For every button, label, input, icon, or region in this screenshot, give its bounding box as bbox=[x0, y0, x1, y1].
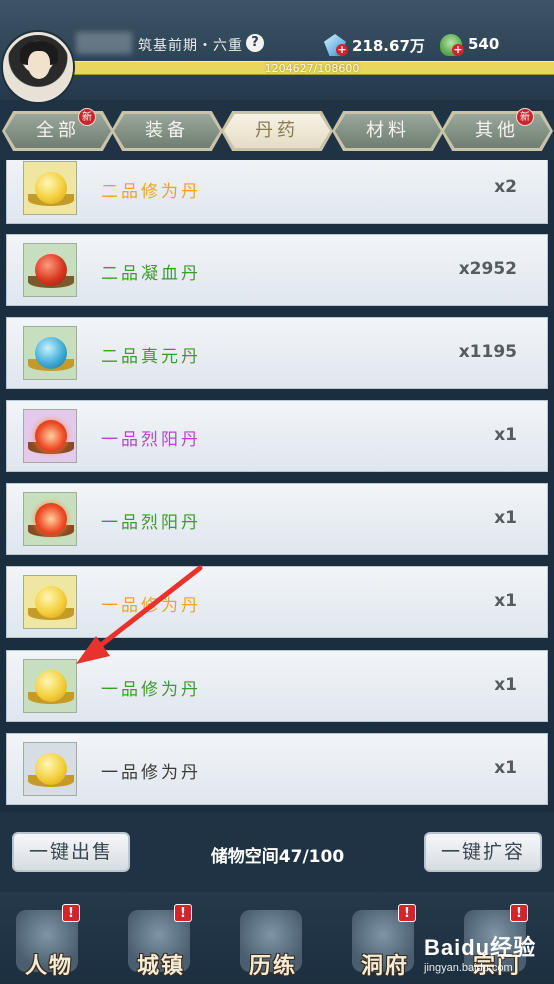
item-quantity: x1 bbox=[494, 675, 517, 695]
item-thumbnail bbox=[23, 492, 77, 546]
list-item[interactable]: 一品修为丹 x1 bbox=[6, 733, 548, 805]
nav-character[interactable]: ! 人物 bbox=[6, 902, 92, 982]
watermark-url: jingyan.baidu.com bbox=[424, 962, 513, 974]
new-badge: 新 bbox=[516, 108, 534, 126]
nav-cave[interactable]: ! 洞府 bbox=[342, 902, 428, 982]
nav-label: 城镇 bbox=[136, 954, 185, 979]
list-item[interactable]: 一品修为丹 x1 bbox=[6, 566, 548, 638]
nav-label: 人物 bbox=[24, 954, 73, 979]
experience-bar: 1204627/108600 bbox=[70, 61, 554, 75]
item-thumbnail bbox=[23, 243, 77, 297]
gold-pill-icon bbox=[35, 586, 67, 618]
add-spirit-stone-icon[interactable]: + bbox=[336, 44, 348, 56]
tab-equipment[interactable]: 装备 bbox=[114, 114, 220, 148]
alert-badge: ! bbox=[174, 904, 192, 922]
item-name: 一品修为丹 bbox=[101, 596, 201, 616]
alert-badge: ! bbox=[510, 904, 528, 922]
red-pill-icon bbox=[35, 254, 67, 286]
list-item[interactable]: 一品烈阳丹 x1 bbox=[6, 483, 548, 555]
gold-pill-icon bbox=[35, 753, 67, 785]
item-quantity: x1195 bbox=[458, 342, 517, 362]
item-thumbnail bbox=[23, 326, 77, 380]
jade-currency[interactable]: + 540 bbox=[440, 34, 540, 56]
tab-pills[interactable]: 丹药 bbox=[224, 114, 330, 148]
item-thumbnail bbox=[23, 659, 77, 713]
help-icon[interactable]: ? bbox=[246, 34, 264, 52]
item-thumbnail bbox=[23, 409, 77, 463]
spirit-stone-value: 218.67万 bbox=[352, 37, 425, 55]
watermark-brand: Baidu经验 bbox=[424, 935, 537, 960]
gold-pill-icon bbox=[35, 172, 67, 204]
list-item[interactable]: 一品修为丹 x1 bbox=[6, 650, 548, 722]
item-name: 二品修为丹 bbox=[101, 182, 201, 202]
item-name: 一品修为丹 bbox=[101, 763, 201, 783]
alert-badge: ! bbox=[398, 904, 416, 922]
item-quantity: x1 bbox=[494, 508, 517, 528]
list-item[interactable]: 二品修为丹 x2 bbox=[6, 160, 548, 224]
item-quantity: x1 bbox=[494, 591, 517, 611]
item-thumbnail bbox=[23, 575, 77, 629]
item-thumbnail bbox=[23, 161, 77, 215]
cultivation-realm: 筑基前期・六重 bbox=[138, 38, 243, 54]
nav-label: 洞府 bbox=[360, 954, 409, 979]
nav-label: 历练 bbox=[248, 954, 297, 979]
flame-pill-icon bbox=[35, 420, 67, 452]
player-avatar[interactable] bbox=[3, 32, 73, 102]
top-header: 筑基前期・六重 ? + 218.67万 + 540 1204627/108600 bbox=[0, 0, 554, 102]
item-thumbnail bbox=[23, 742, 77, 796]
tab-materials[interactable]: 材料 bbox=[335, 114, 441, 148]
player-name-blurred bbox=[76, 32, 132, 54]
nav-trials[interactable]: 历练 bbox=[230, 902, 316, 982]
experience-text: 1204627/108600 bbox=[264, 62, 360, 75]
list-item[interactable]: 二品凝血丹 x2952 bbox=[6, 234, 548, 306]
item-name: 二品凝血丹 bbox=[101, 264, 201, 284]
item-name: 一品烈阳丹 bbox=[101, 513, 201, 533]
sell-all-button[interactable]: 一键出售 bbox=[12, 832, 130, 872]
add-jade-icon[interactable]: + bbox=[452, 44, 464, 56]
inventory-tabs: 全部 新 装备 丹药 材料 其他 新 bbox=[0, 108, 554, 154]
item-quantity: x2 bbox=[494, 177, 517, 197]
alert-badge: ! bbox=[62, 904, 80, 922]
item-name: 二品真元丹 bbox=[101, 347, 201, 367]
gold-pill-icon bbox=[35, 670, 67, 702]
avatar-face bbox=[28, 51, 50, 79]
nav-town[interactable]: ! 城镇 bbox=[118, 902, 204, 982]
spirit-stone-currency[interactable]: + 218.67万 bbox=[324, 34, 436, 56]
item-quantity: x1 bbox=[494, 758, 517, 778]
blue-pill-icon bbox=[35, 337, 67, 369]
inventory-actions: 一键出售 储物空间47/100 一键扩容 bbox=[0, 812, 554, 892]
tab-other[interactable]: 其他 bbox=[444, 114, 550, 148]
baidu-watermark: Baidu经验 jingyan.baidu.com bbox=[424, 930, 554, 984]
item-quantity: x1 bbox=[494, 425, 517, 445]
item-quantity: x2952 bbox=[458, 259, 517, 279]
new-badge: 新 bbox=[78, 108, 96, 126]
jade-value: 540 bbox=[468, 35, 500, 53]
list-item[interactable]: 一品烈阳丹 x1 bbox=[6, 400, 548, 472]
flame-pill-icon bbox=[35, 503, 67, 535]
item-name: 一品烈阳丹 bbox=[101, 430, 201, 450]
storage-capacity: 储物空间47/100 bbox=[210, 847, 345, 867]
item-name: 一品修为丹 bbox=[101, 680, 201, 700]
item-list[interactable]: 二品修为丹 x2 二品凝血丹 x2952 二品真元丹 x1195 一品烈阳丹 x… bbox=[0, 160, 554, 812]
expand-storage-button[interactable]: 一键扩容 bbox=[424, 832, 542, 872]
list-item[interactable]: 二品真元丹 x1195 bbox=[6, 317, 548, 389]
